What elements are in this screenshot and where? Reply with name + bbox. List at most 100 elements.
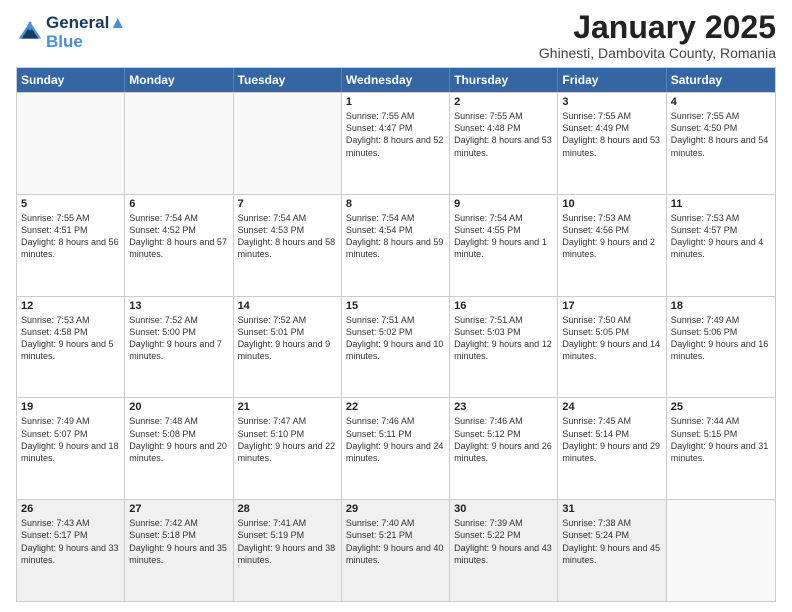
calendar-row: 26 Sunrise: 7:43 AM Sunset: 5:17 PM Dayli… bbox=[17, 499, 775, 601]
page: General▲ Blue January 2025 Ghinesti, Dam… bbox=[0, 0, 792, 612]
cell-info: Sunrise: 7:47 AM Sunset: 5:10 PM Dayligh… bbox=[238, 415, 337, 464]
calendar-row: 5 Sunrise: 7:55 AM Sunset: 4:51 PM Daylig… bbox=[17, 194, 775, 296]
calendar-cell: 16 Sunrise: 7:51 AM Sunset: 5:03 PM Dayli… bbox=[450, 297, 558, 398]
calendar-cell: 28 Sunrise: 7:41 AM Sunset: 5:19 PM Dayli… bbox=[234, 500, 342, 601]
day-number: 3 bbox=[562, 96, 661, 108]
logo-text: General▲ Blue bbox=[46, 14, 126, 51]
calendar-row: 1Sunrise: 7:55 AM Sunset: 4:47 PM Daylig… bbox=[17, 92, 775, 194]
day-number: 24 bbox=[562, 401, 661, 413]
cell-info: Sunrise: 7:52 AM Sunset: 5:00 PM Dayligh… bbox=[129, 314, 228, 363]
calendar-cell bbox=[667, 500, 775, 601]
weekday-header: Thursday bbox=[450, 68, 558, 92]
cell-info: Sunrise: 7:54 AM Sunset: 4:55 PM Dayligh… bbox=[454, 212, 553, 261]
day-number: 16 bbox=[454, 300, 553, 312]
cell-info: Sunrise: 7:43 AM Sunset: 5:17 PM Dayligh… bbox=[21, 517, 120, 566]
calendar-cell: 24 Sunrise: 7:45 AM Sunset: 5:14 PM Dayli… bbox=[558, 398, 666, 499]
calendar-cell: 20Sunrise: 7:48 AM Sunset: 5:08 PM Dayli… bbox=[125, 398, 233, 499]
logo: General▲ Blue bbox=[16, 14, 126, 51]
calendar-cell: 7 Sunrise: 7:54 AM Sunset: 4:53 PM Daylig… bbox=[234, 195, 342, 296]
cell-info: Sunrise: 7:53 AM Sunset: 4:56 PM Dayligh… bbox=[562, 212, 661, 261]
calendar-cell bbox=[17, 93, 125, 194]
calendar: SundayMondayTuesdayWednesdayThursdayFrid… bbox=[16, 67, 776, 602]
cell-info: Sunrise: 7:51 AM Sunset: 5:03 PM Dayligh… bbox=[454, 314, 553, 363]
cell-info: Sunrise: 7:39 AM Sunset: 5:22 PM Dayligh… bbox=[454, 517, 553, 566]
calendar-cell: 15 Sunrise: 7:51 AM Sunset: 5:02 PM Dayli… bbox=[342, 297, 450, 398]
weekday-header: Sunday bbox=[17, 68, 125, 92]
weekday-header: Saturday bbox=[667, 68, 775, 92]
day-number: 14 bbox=[238, 300, 337, 312]
calendar-cell: 4Sunrise: 7:55 AM Sunset: 4:50 PM Daylig… bbox=[667, 93, 775, 194]
weekday-header: Friday bbox=[558, 68, 666, 92]
cell-info: Sunrise: 7:40 AM Sunset: 5:21 PM Dayligh… bbox=[346, 517, 445, 566]
day-number: 5 bbox=[21, 198, 120, 210]
calendar-cell: 26 Sunrise: 7:43 AM Sunset: 5:17 PM Dayli… bbox=[17, 500, 125, 601]
cell-info: Sunrise: 7:53 AM Sunset: 4:57 PM Dayligh… bbox=[671, 212, 771, 261]
calendar-cell bbox=[234, 93, 342, 194]
cell-info: Sunrise: 7:54 AM Sunset: 4:53 PM Dayligh… bbox=[238, 212, 337, 261]
cell-info: Sunrise: 7:48 AM Sunset: 5:08 PM Dayligh… bbox=[129, 415, 228, 464]
calendar-cell: 27 Sunrise: 7:42 AM Sunset: 5:18 PM Dayli… bbox=[125, 500, 233, 601]
day-number: 7 bbox=[238, 198, 337, 210]
day-number: 29 bbox=[346, 503, 445, 515]
day-number: 12 bbox=[21, 300, 120, 312]
calendar-cell: 17Sunrise: 7:50 AM Sunset: 5:05 PM Dayli… bbox=[558, 297, 666, 398]
title-block: January 2025 Ghinesti, Dambovita County,… bbox=[539, 10, 776, 61]
calendar-cell: 9 Sunrise: 7:54 AM Sunset: 4:55 PM Daylig… bbox=[450, 195, 558, 296]
weekday-header: Wednesday bbox=[342, 68, 450, 92]
day-number: 18 bbox=[671, 300, 771, 312]
cell-info: Sunrise: 7:54 AM Sunset: 4:52 PM Dayligh… bbox=[129, 212, 228, 261]
weekday-header: Monday bbox=[125, 68, 233, 92]
location: Ghinesti, Dambovita County, Romania bbox=[539, 45, 776, 61]
calendar-cell: 11 Sunrise: 7:53 AM Sunset: 4:57 PM Dayli… bbox=[667, 195, 775, 296]
calendar-row: 12Sunrise: 7:53 AM Sunset: 4:58 PM Dayli… bbox=[17, 296, 775, 398]
day-number: 31 bbox=[562, 503, 661, 515]
cell-info: Sunrise: 7:41 AM Sunset: 5:19 PM Dayligh… bbox=[238, 517, 337, 566]
day-number: 11 bbox=[671, 198, 771, 210]
month-title: January 2025 bbox=[539, 10, 776, 45]
cell-info: Sunrise: 7:55 AM Sunset: 4:50 PM Dayligh… bbox=[671, 110, 771, 159]
cell-info: Sunrise: 7:49 AM Sunset: 5:07 PM Dayligh… bbox=[21, 415, 120, 464]
day-number: 9 bbox=[454, 198, 553, 210]
day-number: 2 bbox=[454, 96, 553, 108]
day-number: 28 bbox=[238, 503, 337, 515]
calendar-cell: 18 Sunrise: 7:49 AM Sunset: 5:06 PM Dayli… bbox=[667, 297, 775, 398]
calendar-cell bbox=[125, 93, 233, 194]
cell-info: Sunrise: 7:51 AM Sunset: 5:02 PM Dayligh… bbox=[346, 314, 445, 363]
cell-info: Sunrise: 7:55 AM Sunset: 4:48 PM Dayligh… bbox=[454, 110, 553, 159]
day-number: 17 bbox=[562, 300, 661, 312]
calendar-cell: 8Sunrise: 7:54 AM Sunset: 4:54 PM Daylig… bbox=[342, 195, 450, 296]
cell-info: Sunrise: 7:44 AM Sunset: 5:15 PM Dayligh… bbox=[671, 415, 771, 464]
calendar-row: 19 Sunrise: 7:49 AM Sunset: 5:07 PM Dayli… bbox=[17, 397, 775, 499]
day-number: 15 bbox=[346, 300, 445, 312]
calendar-cell: 3Sunrise: 7:55 AM Sunset: 4:49 PM Daylig… bbox=[558, 93, 666, 194]
day-number: 10 bbox=[562, 198, 661, 210]
header: General▲ Blue January 2025 Ghinesti, Dam… bbox=[16, 10, 776, 61]
day-number: 19 bbox=[21, 401, 120, 413]
calendar-cell: 23Sunrise: 7:46 AM Sunset: 5:12 PM Dayli… bbox=[450, 398, 558, 499]
day-number: 30 bbox=[454, 503, 553, 515]
day-number: 21 bbox=[238, 401, 337, 413]
calendar-cell: 29 Sunrise: 7:40 AM Sunset: 5:21 PM Dayli… bbox=[342, 500, 450, 601]
cell-info: Sunrise: 7:46 AM Sunset: 5:11 PM Dayligh… bbox=[346, 415, 445, 464]
cell-info: Sunrise: 7:45 AM Sunset: 5:14 PM Dayligh… bbox=[562, 415, 661, 464]
cell-info: Sunrise: 7:49 AM Sunset: 5:06 PM Dayligh… bbox=[671, 314, 771, 363]
cell-info: Sunrise: 7:55 AM Sunset: 4:51 PM Dayligh… bbox=[21, 212, 120, 261]
day-number: 13 bbox=[129, 300, 228, 312]
cell-info: Sunrise: 7:55 AM Sunset: 4:47 PM Dayligh… bbox=[346, 110, 445, 159]
calendar-cell: 14 Sunrise: 7:52 AM Sunset: 5:01 PM Dayli… bbox=[234, 297, 342, 398]
day-number: 26 bbox=[21, 503, 120, 515]
calendar-cell: 2 Sunrise: 7:55 AM Sunset: 4:48 PM Daylig… bbox=[450, 93, 558, 194]
cell-info: Sunrise: 7:54 AM Sunset: 4:54 PM Dayligh… bbox=[346, 212, 445, 261]
day-number: 6 bbox=[129, 198, 228, 210]
calendar-cell: 5 Sunrise: 7:55 AM Sunset: 4:51 PM Daylig… bbox=[17, 195, 125, 296]
cell-info: Sunrise: 7:42 AM Sunset: 5:18 PM Dayligh… bbox=[129, 517, 228, 566]
calendar-cell: 25Sunrise: 7:44 AM Sunset: 5:15 PM Dayli… bbox=[667, 398, 775, 499]
calendar-cell: 30 Sunrise: 7:39 AM Sunset: 5:22 PM Dayli… bbox=[450, 500, 558, 601]
calendar-cell: 19 Sunrise: 7:49 AM Sunset: 5:07 PM Dayli… bbox=[17, 398, 125, 499]
day-number: 27 bbox=[129, 503, 228, 515]
cell-info: Sunrise: 7:52 AM Sunset: 5:01 PM Dayligh… bbox=[238, 314, 337, 363]
calendar-header: SundayMondayTuesdayWednesdayThursdayFrid… bbox=[17, 68, 775, 92]
calendar-cell: 22 Sunrise: 7:46 AM Sunset: 5:11 PM Dayli… bbox=[342, 398, 450, 499]
day-number: 22 bbox=[346, 401, 445, 413]
calendar-cell: 1Sunrise: 7:55 AM Sunset: 4:47 PM Daylig… bbox=[342, 93, 450, 194]
